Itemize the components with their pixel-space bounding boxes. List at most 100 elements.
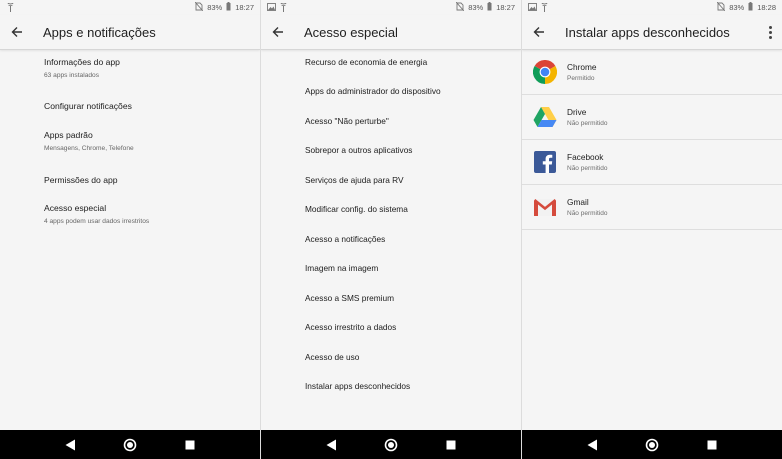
app-list: Chrome Permitido Drive Não permitido Fac… — [522, 50, 782, 230]
image-notification-icon — [528, 3, 537, 13]
app-name: Chrome — [567, 62, 597, 72]
back-button[interactable] — [522, 15, 556, 49]
list-item-install-unknown-apps[interactable]: Instalar apps desconhecidos — [261, 372, 521, 402]
app-name: Gmail — [567, 197, 589, 207]
nav-home-button[interactable] — [641, 434, 663, 456]
app-bar: Acesso especial — [261, 15, 521, 50]
recents-square-icon — [185, 440, 195, 449]
list-item-modify-system-settings[interactable]: Modificar config. do sistema — [261, 195, 521, 225]
status-bar: 83% 18:27 — [261, 0, 521, 15]
app-item-facebook[interactable]: Facebook Não permitido — [522, 140, 782, 185]
clock: 18:27 — [496, 3, 515, 12]
signal-icon — [279, 2, 288, 14]
arrow-back-icon — [11, 27, 22, 37]
list-item-unrestricted-data[interactable]: Acesso irrestrito a dados — [261, 313, 521, 343]
home-circle-icon — [123, 438, 137, 451]
special-access-list: Recurso de economia de energia Apps do a… — [261, 47, 521, 401]
facebook-icon — [532, 149, 558, 175]
list-item-display-over-apps[interactable]: Sobrepor a outros aplicativos — [261, 136, 521, 166]
app-item-drive[interactable]: Drive Não permitido — [522, 95, 782, 140]
app-status: Não permitido — [567, 210, 608, 217]
nav-home-button[interactable] — [119, 434, 141, 456]
app-item-gmail[interactable]: Gmail Não permitido — [522, 185, 782, 230]
app-bar: Instalar apps desconhecidos — [522, 15, 782, 50]
battery-icon — [748, 2, 753, 13]
list-item-configure-notifications[interactable]: Configurar notificações — [0, 101, 132, 111]
list-item-special-access[interactable]: Acesso especial 4 apps podem usar dados … — [0, 203, 149, 225]
battery-percent: 83% — [468, 3, 484, 12]
arrow-back-icon — [533, 27, 544, 37]
list-item-app-permissions[interactable]: Permissões do app — [0, 175, 118, 185]
status-bar: 83% 18:27 — [0, 0, 260, 15]
more-options-button[interactable] — [764, 24, 776, 40]
arrow-back-icon — [272, 27, 283, 37]
page-title: Instalar apps desconhecidos — [565, 24, 730, 40]
app-item-chrome[interactable]: Chrome Permitido — [522, 50, 782, 95]
no-sim-icon — [716, 1, 726, 13]
back-button[interactable] — [261, 15, 295, 49]
screen-apps-notifications: 83% 18:27 Apps e notificações Informaçõe… — [0, 0, 260, 459]
signal-icon — [540, 2, 549, 14]
list-item-usage-access[interactable]: Acesso de uso — [261, 342, 521, 372]
more-vert-icon — [768, 25, 772, 39]
list-item-do-not-disturb-access[interactable]: Acesso "Não perturbe" — [261, 106, 521, 136]
nav-back-button[interactable] — [581, 434, 603, 456]
navigation-bar — [522, 430, 782, 459]
list-item-title: Configurar notificações — [44, 101, 132, 111]
recents-square-icon — [446, 440, 456, 449]
app-bar: Apps e notificações — [0, 15, 260, 50]
nav-home-button[interactable] — [380, 434, 402, 456]
back-triangle-icon — [587, 439, 597, 450]
home-circle-icon — [645, 438, 659, 451]
nav-back-button[interactable] — [320, 434, 342, 456]
list-item-device-admin-apps[interactable]: Apps do administrador do dispositivo — [261, 77, 521, 107]
nav-recents-button[interactable] — [701, 434, 723, 456]
list-item-default-apps[interactable]: Apps padrão Mensagens, Chrome, Telefone — [0, 130, 134, 152]
list-item-subtitle: 63 apps instalados — [44, 72, 99, 79]
page-title: Acesso especial — [304, 24, 398, 40]
no-sim-icon — [455, 1, 465, 13]
battery-percent: 83% — [207, 3, 223, 12]
screen-install-unknown-apps: 83% 18:28 Instalar apps desconhecidos Ch… — [522, 0, 782, 459]
navigation-bar — [0, 430, 260, 459]
clock: 18:27 — [235, 3, 254, 12]
nav-back-button[interactable] — [59, 434, 81, 456]
app-status: Não permitido — [567, 165, 608, 172]
home-circle-icon — [384, 438, 398, 451]
battery-icon — [226, 2, 231, 13]
app-status: Permitido — [567, 75, 595, 82]
page-title: Apps e notificações — [43, 24, 156, 40]
list-item-vr-helper-services[interactable]: Serviços de ajuda para RV — [261, 165, 521, 195]
battery-percent: 83% — [729, 3, 745, 12]
list-item-notification-access[interactable]: Acesso a notificações — [261, 224, 521, 254]
signal-icon — [6, 2, 15, 14]
clock: 18:28 — [757, 3, 776, 12]
chrome-icon — [532, 59, 558, 85]
list-item-subtitle: 4 apps podem usar dados irrestritos — [44, 218, 150, 225]
drive-icon — [532, 104, 558, 130]
recents-square-icon — [707, 440, 717, 449]
app-name: Drive — [567, 107, 587, 117]
list-item-title: Acesso especial — [44, 203, 107, 213]
list-item-title: Informações do app — [44, 57, 120, 67]
screen-special-access: 83% 18:27 Acesso especial Recurso de eco… — [261, 0, 521, 459]
back-triangle-icon — [326, 439, 336, 450]
app-name: Facebook — [567, 152, 604, 162]
status-bar: 83% 18:28 — [522, 0, 782, 15]
nav-recents-button[interactable] — [179, 434, 201, 456]
app-status: Não permitido — [567, 120, 608, 127]
list-item-picture-in-picture[interactable]: Imagem na imagem — [261, 254, 521, 284]
list-item-subtitle: Mensagens, Chrome, Telefone — [44, 145, 134, 152]
gmail-icon — [532, 194, 558, 220]
battery-icon — [487, 2, 492, 13]
nav-recents-button[interactable] — [440, 434, 462, 456]
image-notification-icon — [267, 3, 276, 13]
back-button[interactable] — [0, 15, 34, 49]
back-triangle-icon — [65, 439, 75, 450]
list-item-premium-sms-access[interactable]: Acesso a SMS premium — [261, 283, 521, 313]
no-sim-icon — [194, 1, 204, 13]
list-item-title: Permissões do app — [44, 175, 118, 185]
list-item-battery-optimization[interactable]: Recurso de economia de energia — [261, 47, 521, 77]
list-item-app-info[interactable]: Informações do app 63 apps instalados — [0, 57, 120, 79]
navigation-bar — [261, 430, 521, 459]
